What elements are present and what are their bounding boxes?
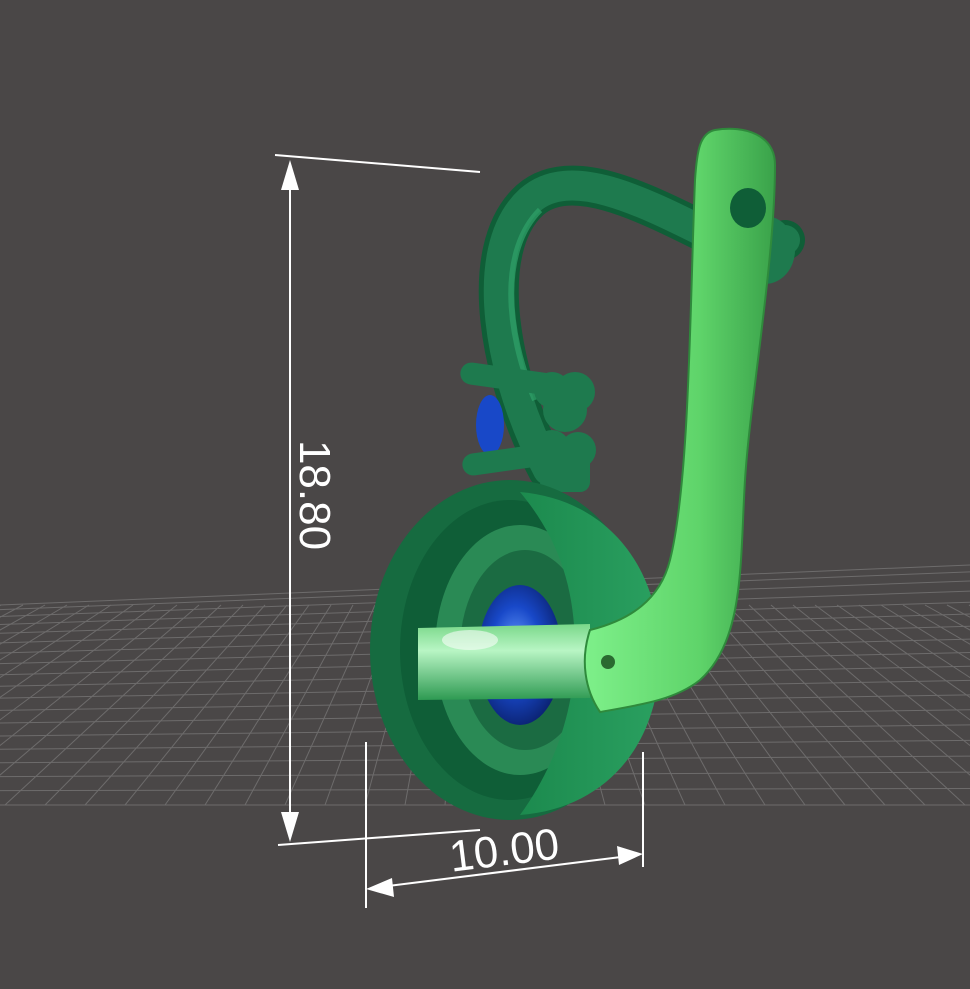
width-dimension-label: 10.00	[447, 820, 562, 882]
cross-band	[418, 624, 590, 700]
height-dimension-label: 18.80	[290, 440, 339, 550]
3d-viewport[interactable]: 18.80 10.00	[0, 0, 970, 989]
